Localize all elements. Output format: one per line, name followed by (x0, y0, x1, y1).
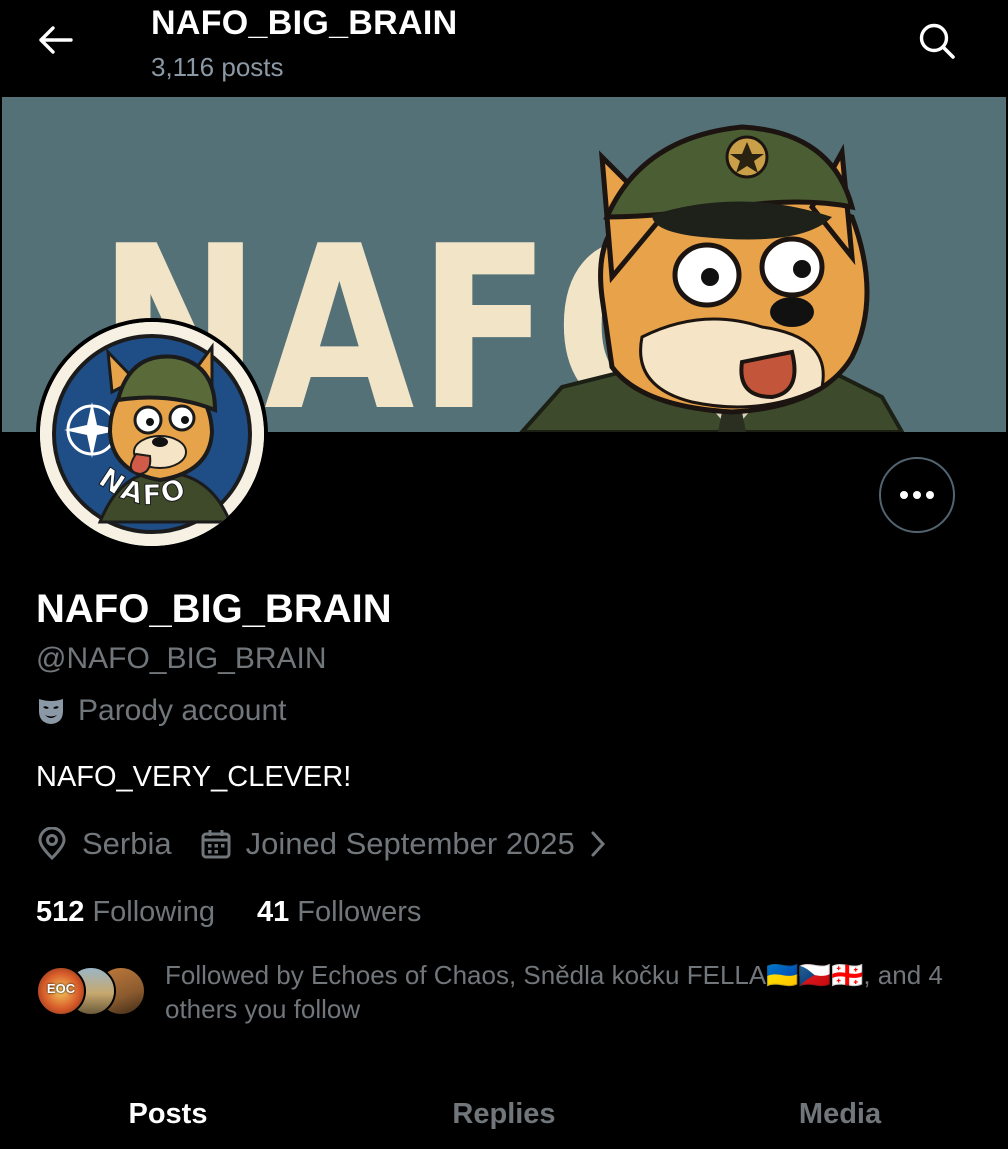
arrow-left-icon (39, 26, 73, 54)
location: Serbia (36, 826, 172, 862)
followers-count: 41 (256, 896, 290, 928)
more-horizontal-icon (900, 491, 934, 499)
followers-link[interactable]: 41 Followers (257, 896, 421, 929)
display-name: NAFO_BIG_BRAIN (36, 587, 392, 631)
header-title: NAFO_BIG_BRAIN (151, 4, 458, 42)
top-bar: NAFO_BIG_BRAIN 3,116 posts (0, 0, 1008, 96)
parody-label: Parody account (36, 694, 286, 728)
following-link[interactable]: 512 Following (36, 896, 215, 929)
joined-text: Joined September 2025 (245, 826, 575, 861)
tab-posts[interactable]: Posts (0, 1078, 336, 1149)
profile-tabs: Posts Replies Media (0, 1078, 1008, 1149)
location-pin-icon (38, 827, 66, 861)
calendar-icon (201, 830, 231, 859)
followed-by-avatars: EOC (36, 966, 146, 1018)
more-options-button[interactable] (879, 457, 955, 533)
chevron-right-icon (591, 831, 605, 857)
profile-avatar[interactable]: NAFO (36, 318, 268, 550)
followers-label: Followers (297, 896, 422, 928)
tab-replies[interactable]: Replies (336, 1078, 672, 1149)
header-post-count: 3,116 posts (151, 52, 284, 82)
joined-date[interactable]: Joined September 2025 (200, 826, 607, 862)
search-icon (919, 23, 955, 59)
profile-meta: Serbia Joined September 2025 (36, 826, 607, 862)
tab-media[interactable]: Media (672, 1078, 1008, 1149)
search-button[interactable] (910, 16, 964, 66)
following-label: Following (92, 896, 215, 928)
follower-avatar-1-label: EOC (46, 981, 76, 996)
follower-avatar-1: EOC (36, 966, 86, 1016)
followed-by-section[interactable]: EOC Followed by Echoes of Chaos, Snědla … (36, 958, 986, 1030)
following-count: 512 (36, 896, 85, 928)
parody-text: Parody account (78, 694, 287, 727)
follow-stats: 512 Following 41 Followers (36, 896, 421, 929)
profile-bio: NAFO_VERY_CLEVER! (36, 761, 352, 793)
parody-mask-icon (39, 699, 63, 724)
followed-by-text: Followed by Echoes of Chaos, Snědla kočk… (165, 960, 943, 1024)
user-handle: @NAFO_BIG_BRAIN (36, 642, 327, 675)
location-text: Serbia (82, 826, 172, 861)
back-button[interactable] (30, 18, 80, 62)
avatar-image: NAFO (40, 322, 264, 546)
